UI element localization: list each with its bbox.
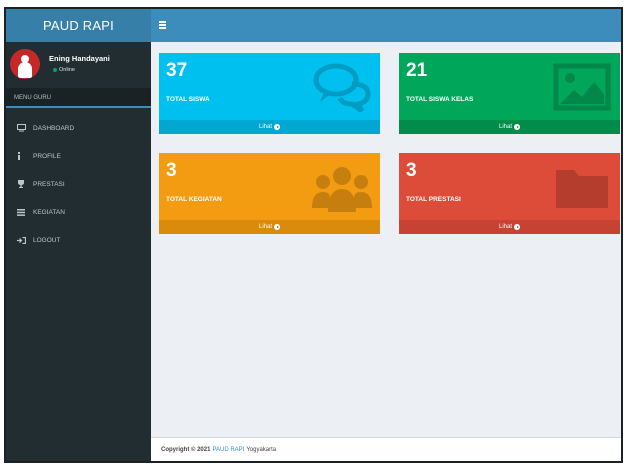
sidebar-item-profile[interactable]: PROFILE	[6, 142, 151, 170]
sidebar-menu: DASHBOARD PROFILE PRESTASI KEGIATAN LOGO…	[6, 114, 151, 254]
app-window: PAUD RAPI Ening Handayani Online MENU GU…	[4, 7, 623, 463]
user-panel: Ening Handayani Online	[6, 42, 151, 88]
footer-location: Yogyakarta	[246, 446, 277, 453]
users-icon	[312, 167, 372, 212]
brand-logo[interactable]: PAUD RAPI	[6, 9, 151, 42]
sidebar-item-label: PROFILE	[33, 152, 61, 160]
box-label: TOTAL SISWA KELAS	[406, 96, 474, 103]
sidebar-item-label: LOGOUT	[33, 236, 61, 244]
sidebar-item-label: KEGIATAN	[33, 208, 65, 216]
sidebar: Ening Handayani Online MENU GURU DASHBOA…	[6, 42, 151, 461]
box-count: 3	[406, 160, 417, 181]
box-footer-link[interactable]: Lihat	[159, 120, 380, 134]
sidebar-item-kegiatan[interactable]: KEGIATAN	[6, 198, 151, 226]
page-footer: Copyright © 2021 PAUD RAPI Yogyakarta	[151, 437, 621, 461]
arrow-circle-right-icon	[274, 124, 280, 130]
user-status: Online	[53, 67, 75, 73]
sidebar-item-dashboard[interactable]: DASHBOARD	[6, 114, 151, 142]
more-info-text: Lihat	[498, 124, 512, 130]
more-info-text: Lihat	[258, 124, 272, 130]
main-content: 37 TOTAL SISWA Lihat 21 TOTAL SISWA KELA…	[151, 42, 621, 437]
sidebar-item-label: PRESTASI	[33, 180, 65, 188]
box-label: TOTAL PRESTASI	[406, 196, 461, 203]
arrow-circle-right-icon	[514, 224, 520, 230]
sidebar-item-label: DASHBOARD	[33, 124, 75, 132]
box-label: TOTAL KEGIATAN	[166, 196, 222, 203]
brand-text: PAUD RAPI	[43, 18, 114, 33]
info-box-total-siswa: 37 TOTAL SISWA Lihat	[159, 53, 380, 134]
box-footer-link[interactable]: Lihat	[159, 220, 380, 234]
sidebar-item-logout[interactable]: LOGOUT	[6, 226, 151, 254]
avatar	[10, 49, 40, 79]
menu-toggle-icon[interactable]	[159, 21, 166, 29]
online-dot-icon	[53, 68, 57, 72]
info-box-total-prestasi: 3 TOTAL PRESTASI Lihat	[399, 153, 620, 234]
info-box-total-kegiatan: 3 TOTAL KEGIATAN Lihat	[159, 153, 380, 234]
info-box-total-siswa-kelas: 21 TOTAL SISWA KELAS Lihat	[399, 53, 620, 134]
footer-brand-link[interactable]: PAUD RAPI	[212, 447, 244, 453]
image-icon	[553, 63, 611, 111]
monitor-icon	[17, 123, 31, 133]
menu-header: MENU GURU	[6, 88, 151, 108]
more-info-text: Lihat	[498, 224, 512, 230]
user-name: Ening Handayani	[49, 54, 110, 63]
box-count: 37	[166, 60, 188, 81]
arrow-circle-right-icon	[274, 224, 280, 230]
folder-icon	[556, 170, 608, 208]
box-footer-link[interactable]: Lihat	[399, 220, 620, 234]
list-icon	[17, 207, 31, 217]
top-navbar	[151, 9, 621, 42]
arrow-circle-right-icon	[514, 124, 520, 130]
logout-icon	[17, 235, 31, 245]
info-icon	[17, 151, 31, 161]
box-count: 3	[166, 160, 177, 181]
user-status-text: Online	[59, 67, 75, 73]
more-info-text: Lihat	[258, 224, 272, 230]
sidebar-item-prestasi[interactable]: PRESTASI	[6, 170, 151, 198]
comments-icon	[313, 63, 371, 112]
trophy-icon	[17, 179, 31, 189]
box-label: TOTAL SISWA	[166, 96, 210, 103]
box-footer-link[interactable]: Lihat	[399, 120, 620, 134]
copyright-text: Copyright © 2021	[161, 446, 211, 453]
box-count: 21	[406, 60, 428, 81]
